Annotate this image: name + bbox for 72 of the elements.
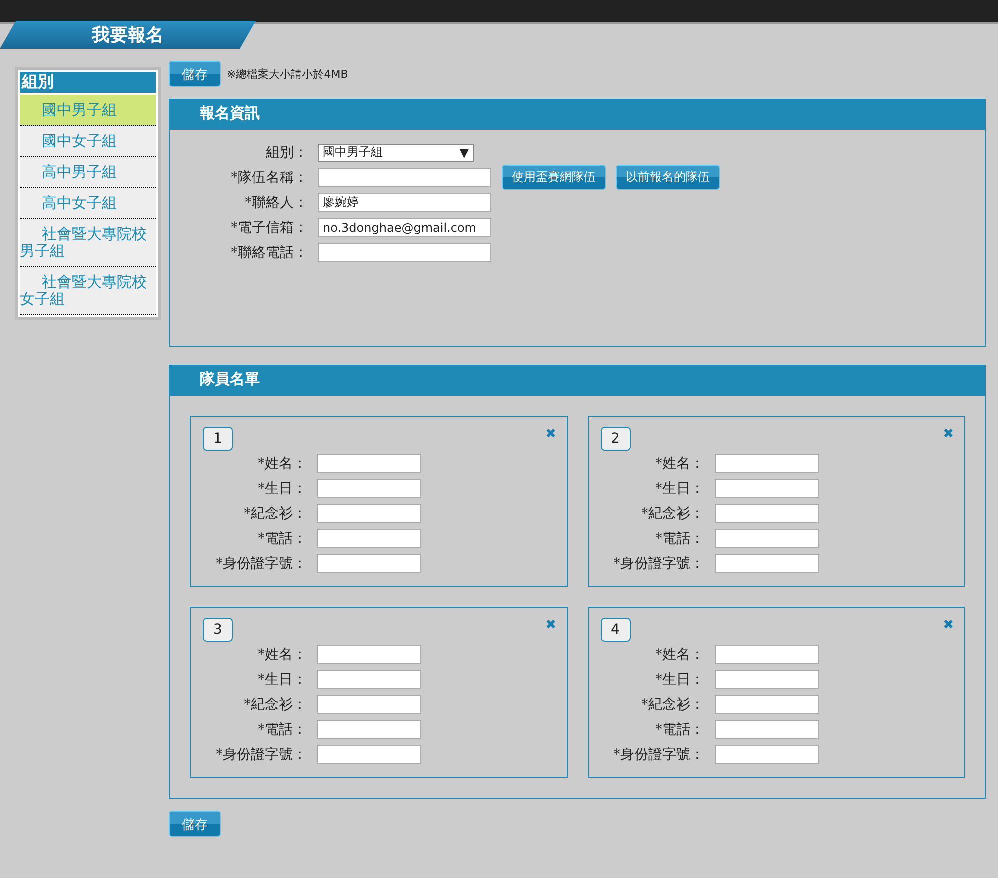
field-label: *生日： <box>257 480 307 498</box>
close-icon[interactable]: ✖ <box>943 427 954 442</box>
input-field[interactable] <box>714 504 818 523</box>
input-field[interactable] <box>317 479 421 498</box>
input-field[interactable] <box>714 720 818 739</box>
input-field[interactable]: no.3donghae@gmail.com <box>318 218 491 237</box>
save-button[interactable]: 儲存 <box>169 811 221 837</box>
member-number: 2 <box>600 427 630 451</box>
field-label: *電話： <box>257 530 307 548</box>
field-label: *姓名： <box>654 646 704 664</box>
field-label: *姓名： <box>654 454 704 472</box>
input-field[interactable] <box>714 695 818 714</box>
sidebar-item[interactable]: 國中女子組 <box>20 126 156 157</box>
input-field[interactable] <box>714 479 818 498</box>
input-field[interactable] <box>714 745 818 764</box>
input-field[interactable] <box>714 554 818 573</box>
field-label: *紀念衫： <box>640 504 704 522</box>
field-label: *紀念衫： <box>243 696 307 714</box>
input-field[interactable] <box>714 454 818 473</box>
close-icon[interactable]: ✖ <box>943 618 954 633</box>
field-label: *生日： <box>654 670 704 688</box>
member-number: 1 <box>203 427 233 451</box>
field-label: *身份證字號： <box>612 746 704 764</box>
sidebar-item[interactable]: 高中男子組 <box>20 157 156 188</box>
input-field[interactable] <box>714 645 818 664</box>
member-number: 4 <box>600 618 630 642</box>
input-field[interactable] <box>317 745 421 764</box>
sidebar-item[interactable]: 高中女子組 <box>20 188 156 219</box>
group-dropdown[interactable]: 國中男子組 ▼ <box>318 144 474 162</box>
input-field[interactable] <box>317 695 421 714</box>
field-label: *電話： <box>654 720 704 738</box>
input-field[interactable] <box>318 168 491 187</box>
field-label: *聯絡人： <box>244 194 308 212</box>
field-label: *姓名： <box>257 646 307 664</box>
field-label: *紀念衫： <box>640 696 704 714</box>
input-field[interactable] <box>714 529 818 548</box>
section-header: 報名資訊 <box>170 100 985 130</box>
field-label: *生日： <box>654 480 704 498</box>
input-field[interactable] <box>317 454 421 473</box>
member-number: 3 <box>203 618 233 642</box>
sidebar-item[interactable]: 國中男子組 <box>20 95 156 126</box>
input-field[interactable] <box>317 645 421 664</box>
input-field[interactable] <box>317 504 421 523</box>
save-button[interactable]: 儲存 <box>169 61 221 87</box>
sidebar-item[interactable]: 社會暨大專院校女子組 <box>20 267 156 315</box>
file-size-note: ※總檔案大小請小於4MB <box>227 66 348 82</box>
sidebar-item[interactable]: 社會暨大專院校男子組 <box>20 219 156 267</box>
close-icon[interactable]: ✖ <box>546 618 556 633</box>
input-field[interactable] <box>317 720 421 739</box>
field-label: *隊伍名稱： <box>230 168 308 186</box>
team-button[interactable]: 以前報名的隊伍 <box>616 165 720 190</box>
field-label: *電子信箱： <box>230 218 308 236</box>
input-field[interactable] <box>714 670 818 689</box>
field-label: *姓名： <box>257 454 307 472</box>
field-label: *身份證字號： <box>215 554 307 572</box>
input-field[interactable] <box>317 529 421 548</box>
field-label: *身份證字號： <box>612 554 704 572</box>
section-header: 隊員名單 <box>170 366 985 396</box>
input-field[interactable] <box>317 554 421 573</box>
field-label: *身份證字號： <box>215 746 307 764</box>
input-field[interactable] <box>318 243 491 262</box>
field-label: *生日： <box>257 670 307 688</box>
input-field[interactable] <box>317 670 421 689</box>
field-label: *電話： <box>654 530 704 548</box>
field-label: *紀念衫： <box>243 504 307 522</box>
close-icon[interactable]: ✖ <box>546 427 556 442</box>
field-label: *聯絡電話： <box>230 244 308 262</box>
field-label: 組別： <box>265 144 308 162</box>
team-button[interactable]: 使用盃賽網隊伍 <box>502 165 606 190</box>
sidebar-heading: 組別 <box>20 72 156 93</box>
input-field[interactable]: 廖婉婷 <box>318 193 491 212</box>
field-label: *電話： <box>257 720 307 738</box>
